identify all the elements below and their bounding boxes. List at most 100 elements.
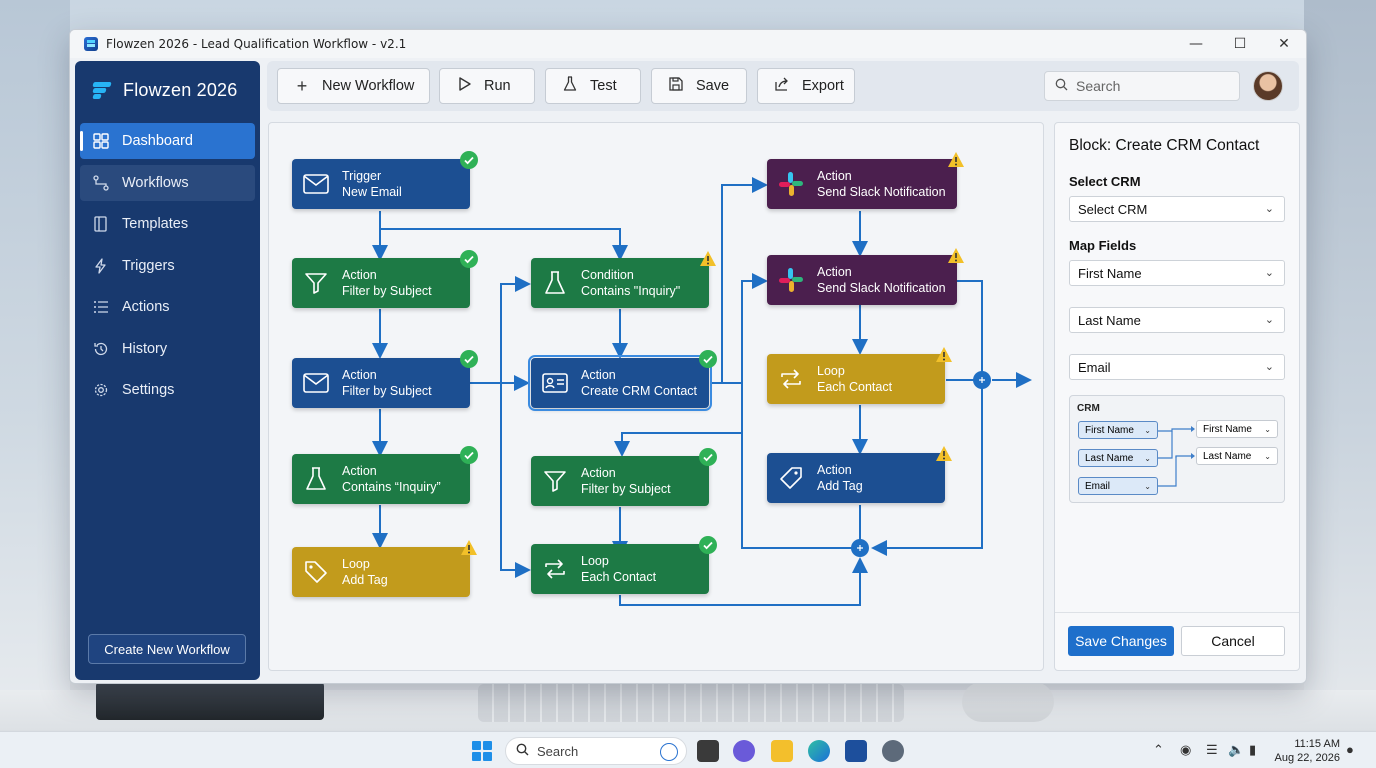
taskbar-search[interactable]: Search	[505, 737, 687, 765]
clock-date: Aug 22, 2026	[1274, 752, 1340, 764]
file-explorer-icon[interactable]	[771, 740, 793, 762]
export-label: Export	[802, 78, 844, 94]
check-badge-icon	[699, 536, 717, 554]
battery-icon[interactable]: ▮	[1249, 742, 1256, 758]
node-action-contains-inquiry[interactable]: Action Contains “Inquiry”	[292, 446, 478, 504]
workflow-icon	[92, 174, 110, 192]
node-action-filter-by-subject[interactable]: Action Filter by Subject	[292, 250, 478, 308]
node-condition-contains-inquiry[interactable]: Condition Contains "Inquiry"	[531, 251, 716, 308]
history-icon	[92, 340, 110, 358]
mapping-source-email[interactable]: Email ⌄	[1078, 477, 1158, 495]
node-label: Add Tag	[342, 573, 388, 587]
search-input[interactable]: Search	[1044, 71, 1240, 101]
save-changes-button[interactable]: Save Changes	[1068, 626, 1174, 656]
workflow-canvas[interactable]: Trigger New Email Action Filter by Subject…	[268, 122, 1044, 671]
save-button[interactable]: Save	[651, 68, 747, 104]
notification-app-icon[interactable]: ◉	[1180, 742, 1191, 758]
create-new-workflow-button[interactable]: Create New Workflow	[88, 634, 246, 664]
test-label: Test	[590, 78, 617, 94]
sidebar-item-label: Settings	[122, 382, 175, 398]
sidebar-item-triggers[interactable]: Triggers	[80, 248, 255, 284]
chip-label: First Name	[1203, 423, 1252, 435]
node-label: Create CRM Contact	[581, 384, 698, 398]
chevron-down-icon: ⌄	[1264, 424, 1271, 434]
run-button[interactable]: Run	[439, 68, 535, 104]
node-type: Loop	[342, 557, 370, 571]
sidebar-item-workflows[interactable]: Workflows	[80, 164, 255, 201]
panel-footer: Save Changes Cancel	[1055, 612, 1299, 670]
terminal-app-icon[interactable]	[697, 740, 719, 762]
node-trigger-new-email[interactable]: Trigger New Email	[292, 151, 478, 209]
check-badge-icon	[699, 448, 717, 466]
warning-badge-icon	[936, 347, 952, 362]
node-action-send-slack-notification-2[interactable]: Action Send Slack Notification	[767, 248, 964, 305]
sidebar-item-dashboard[interactable]: Dashboard	[80, 123, 255, 159]
node-action-add-tag[interactable]: Action Add Tag	[767, 446, 952, 503]
chevron-up-icon[interactable]: ⌃	[1153, 742, 1164, 758]
cancel-button[interactable]: Cancel	[1181, 626, 1285, 656]
floppy-icon	[666, 76, 686, 97]
node-type: Trigger	[342, 169, 382, 183]
volume-icon[interactable]: 🔈	[1228, 742, 1244, 758]
sidebar-item-actions[interactable]: Actions	[80, 289, 255, 325]
search-icon	[1055, 78, 1068, 94]
sidebar-item-history[interactable]: History	[80, 331, 255, 367]
user-avatar[interactable]	[1253, 71, 1283, 101]
notebook	[96, 682, 324, 720]
settings-app-icon[interactable]	[882, 740, 904, 762]
envelope-icon	[302, 369, 330, 397]
select-crm-dropdown[interactable]: Select CRM ⌄	[1069, 196, 1285, 222]
close-button[interactable]: ✕	[1262, 30, 1306, 58]
envelope-icon	[302, 170, 330, 198]
node-action-create-crm-contact[interactable]: Action Create CRM Contact	[528, 350, 717, 411]
bell-icon[interactable]: ●	[1346, 742, 1354, 757]
new-workflow-button[interactable]: + New Workflow	[277, 68, 430, 104]
node-action-send-slack-notification[interactable]: Action Send Slack Notification	[767, 152, 964, 209]
node-label: Filter by Subject	[581, 482, 671, 496]
minimize-button[interactable]: —	[1174, 30, 1218, 58]
search-placeholder: Search	[1076, 78, 1121, 94]
node-type: Action	[581, 466, 616, 480]
taskbar: Search ⌃ ◉ ☰ 🔈 ▮ 11:15 AM Aug 22, 2026 ●	[0, 731, 1376, 768]
warning-badge-icon	[948, 248, 964, 263]
node-label: Send Slack Notification	[817, 281, 946, 295]
store-app-icon[interactable]	[845, 740, 867, 762]
maximize-button[interactable]: ☐	[1218, 30, 1262, 58]
last-name-dropdown[interactable]: Last Name ⌄	[1069, 307, 1285, 333]
tag-icon	[302, 558, 330, 586]
node-action-filter-by-subject-2[interactable]: Action Filter by Subject	[292, 350, 478, 408]
select-crm-value: Select CRM	[1078, 201, 1148, 217]
mapping-source-last-name[interactable]: Last Name ⌄	[1078, 449, 1158, 467]
run-label: Run	[484, 78, 511, 94]
node-loop-each-contact-2[interactable]: Loop Each Contact	[767, 347, 952, 404]
windows-start-icon[interactable]	[472, 741, 492, 761]
export-button[interactable]: Export	[757, 68, 855, 104]
app-window: Flowzen 2026 - Lead Qualification Workfl…	[69, 29, 1307, 684]
sidebar-item-label: Workflows	[122, 174, 189, 191]
node-action-filter-by-subject-3[interactable]: Action Filter by Subject	[531, 448, 717, 506]
flowzen-logo-icon	[91, 79, 113, 101]
wifi-icon[interactable]: ☰	[1206, 742, 1218, 758]
sidebar-item-templates[interactable]: Templates	[80, 206, 255, 242]
brand: Flowzen 2026	[91, 75, 237, 105]
node-loop-add-tag[interactable]: Loop Add Tag	[292, 540, 477, 597]
first-name-dropdown[interactable]: First Name ⌄	[1069, 260, 1285, 286]
check-badge-icon	[460, 151, 478, 169]
node-label: Each Contact	[581, 570, 657, 584]
mapping-target-first-name[interactable]: First Name ⌄	[1196, 420, 1278, 438]
email-dropdown[interactable]: Email ⌄	[1069, 354, 1285, 380]
mouse	[962, 682, 1054, 722]
sidebar-item-settings[interactable]: Settings	[80, 372, 255, 408]
edge-browser-icon[interactable]	[808, 740, 830, 762]
chevron-down-icon: ⌄	[1144, 481, 1151, 491]
chevron-down-icon: ⌄	[1264, 267, 1274, 279]
mapping-source-first-name[interactable]: First Name ⌄	[1078, 421, 1158, 439]
chat-app-icon[interactable]	[733, 740, 755, 762]
mapping-target-last-name[interactable]: Last Name ⌄	[1196, 447, 1278, 465]
clock[interactable]: 11:15 AM Aug 22, 2026	[1270, 737, 1340, 765]
chevron-down-icon: ⌄	[1144, 425, 1151, 435]
node-loop-each-contact[interactable]: Loop Each Contact	[531, 536, 717, 594]
sidebar-item-label: Triggers	[122, 257, 175, 274]
test-button[interactable]: Test	[545, 68, 641, 104]
sidebar: Flowzen 2026 Dashboard Workflows Templat…	[75, 61, 260, 680]
